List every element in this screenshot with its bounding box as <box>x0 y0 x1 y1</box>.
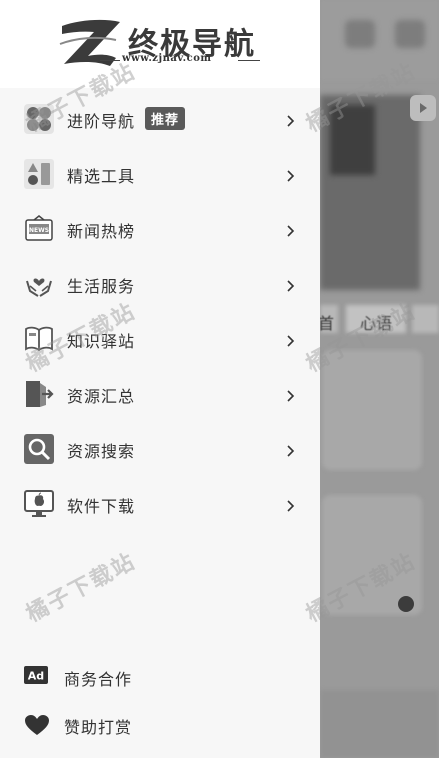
bg-tab-3 <box>412 305 439 333</box>
svg-text:NEWS: NEWS <box>29 227 49 234</box>
tools-icon <box>24 159 54 189</box>
apple-monitor-icon <box>24 490 54 517</box>
menu-item-resources[interactable]: 资源汇总 <box>0 367 320 422</box>
chevron-right-icon <box>287 170 295 182</box>
heart-icon <box>25 715 49 735</box>
bg-tab-text-1: 首 <box>318 314 335 333</box>
menu-item-selected-tools[interactable]: 精选工具 <box>0 147 320 202</box>
export-icon <box>26 381 54 407</box>
menu-item-news[interactable]: NEWS 新闻热榜 <box>0 202 320 257</box>
logo-area: 终极导航 www.zjnav.com <box>0 0 320 88</box>
nodes-icon <box>24 104 54 134</box>
menu-item-software-download[interactable]: 软件下载 <box>0 477 320 532</box>
bg-banner-dark <box>330 105 375 175</box>
chevron-right-icon <box>287 390 295 402</box>
menu-label: 生活服务 <box>67 277 136 296</box>
bg-footer <box>320 690 439 758</box>
chevron-right-icon <box>287 500 295 512</box>
menu-item-knowledge[interactable]: 知识驿站 <box>0 312 320 367</box>
bg-toggle <box>398 596 414 612</box>
menu-label: 新闻热榜 <box>67 222 136 241</box>
bottom-label: 赞助打赏 <box>64 718 133 737</box>
bg-card-1 <box>322 350 422 470</box>
business-cooperation-item[interactable]: Ad 商务合作 <box>0 656 320 696</box>
book-icon <box>25 326 53 352</box>
menu-label: 知识驿站 <box>67 332 136 351</box>
menu-item-life-services[interactable]: 生活服务 <box>0 257 320 312</box>
recommend-badge: 推荐 <box>145 107 186 130</box>
heart-hands-icon <box>26 278 52 297</box>
chevron-right-icon <box>287 115 295 127</box>
menu-item-advanced-nav[interactable]: 进阶导航 推荐 <box>0 92 320 147</box>
bg-header-icon-1 <box>345 20 375 48</box>
bg-next-button <box>410 95 436 121</box>
ad-icon: Ad <box>24 666 48 684</box>
chevron-right-icon <box>287 225 295 237</box>
menu-label: 资源汇总 <box>67 387 136 406</box>
menu-label: 进阶导航 <box>67 112 136 131</box>
chevron-right-icon <box>287 445 295 457</box>
menu-label: 精选工具 <box>67 167 136 186</box>
bg-tab-text-2: 心语 <box>360 314 393 333</box>
chevron-right-icon <box>287 280 295 292</box>
bottom-label: 商务合作 <box>64 670 133 689</box>
news-icon: NEWS <box>25 215 53 241</box>
logo-line-right <box>238 60 260 61</box>
chevron-right-icon <box>287 335 295 347</box>
logo-line-left-2 <box>100 60 120 61</box>
logo-z-icon <box>59 19 120 66</box>
menu-label: 资源搜索 <box>67 442 136 461</box>
menu-label: 软件下载 <box>67 497 136 516</box>
brand-url: www.zjnav.com <box>122 53 212 64</box>
side-drawer: 终极导航 www.zjnav.com 进阶导航 推荐 精选工具 NEWS 新闻热… <box>0 0 320 758</box>
bg-header-icon-2 <box>395 20 425 48</box>
search-icon <box>24 434 54 464</box>
menu-item-resource-search[interactable]: 资源搜索 <box>0 422 320 477</box>
svg-text:Ad: Ad <box>28 670 44 683</box>
sponsor-item[interactable]: 赞助打赏 <box>0 704 320 744</box>
